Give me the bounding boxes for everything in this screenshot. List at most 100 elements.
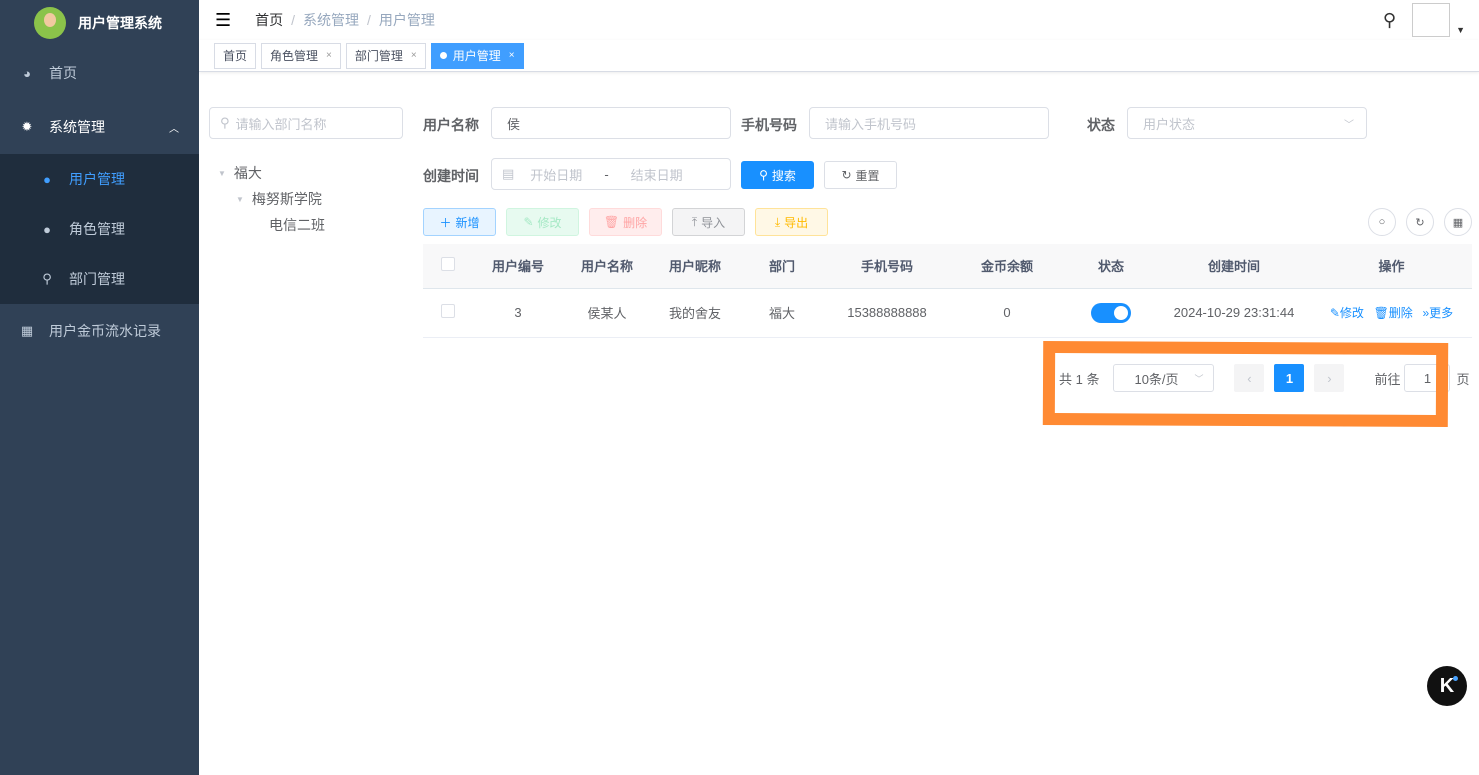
status-toggle[interactable] [1091, 302, 1131, 323]
download-icon: ⤓ [774, 214, 781, 229]
link-label: 更多 [1429, 306, 1454, 320]
tag-home[interactable]: 首页 [214, 42, 257, 69]
status-select[interactable]: 用户状态 ﹀ [1127, 107, 1367, 139]
button-label: 导出 [784, 215, 809, 230]
tree-node[interactable]: ▼ 梅努斯学院 [218, 186, 325, 212]
phone-input[interactable]: 请输入手机号码 [809, 107, 1049, 139]
tree-node[interactable]: 电信二班 [218, 212, 325, 238]
close-icon[interactable]: × [411, 50, 417, 61]
edit-button[interactable]: ✎ 修改 [506, 208, 579, 236]
checkbox[interactable] [441, 257, 455, 272]
caret-down-icon[interactable]: ▼ [1456, 25, 1465, 35]
export-button[interactable]: ⤓ 导出 [755, 208, 828, 236]
sidebar-item-home[interactable]: ◕ 首页 [0, 46, 199, 100]
column-header: 状态 [1065, 244, 1157, 289]
checkbox[interactable] [441, 304, 455, 318]
sidebar-item-roles[interactable]: ● 角色管理 [0, 204, 199, 254]
select-all[interactable] [423, 244, 473, 289]
placeholder: 请输入部门名称 [235, 116, 327, 132]
sidebar-item-coin-records[interactable]: ▦ 用户金币流水记录 [0, 304, 199, 358]
reset-button[interactable]: ↻ 重置 [824, 161, 897, 189]
start-placeholder: 开始日期 [530, 167, 583, 183]
toggle-search-icon[interactable]: ○ [1368, 208, 1396, 236]
tag-users[interactable]: 用户管理 × [430, 42, 524, 69]
users-icon: ● [43, 221, 51, 237]
chevron-down-icon: ﹀ [1344, 119, 1354, 131]
navbar: ☰ 首页 / 系统管理 / 用户管理 ⚲ ▼ [199, 0, 1479, 40]
user-avatar[interactable] [1412, 3, 1451, 37]
column-header: 创建时间 [1157, 244, 1311, 289]
dept-tree: ▼ 福大 ▼ 梅努斯学院 电信二班 [218, 160, 325, 238]
columns-icon[interactable]: ▦ [1444, 208, 1472, 236]
date-label: 创建时间 [423, 168, 479, 184]
breadcrumb-item: 系统管理 [303, 12, 360, 28]
sidebar-item-depts[interactable]: ⚲ 部门管理 [0, 254, 199, 304]
user-table: 用户编号 用户名称 用户昵称 部门 手机号码 金币余额 状态 创建时间 操作 3… [423, 244, 1472, 338]
logo[interactable]: 用户管理系统 [0, 0, 199, 46]
tag-roles[interactable]: 角色管理 × [261, 42, 341, 69]
placeholder: 请输入手机号码 [825, 116, 917, 132]
tree-node-label: 福大 [233, 165, 262, 181]
dashboard-icon: ◕ [23, 65, 31, 81]
row-edit-link[interactable]: ✎修改 [1330, 306, 1364, 320]
tag-depts[interactable]: 部门管理 × [345, 42, 426, 69]
edit-icon: ✎ [523, 215, 534, 229]
cell-dept: 福大 [739, 288, 825, 338]
table-row: 3 侯某人 我的舍友 福大 15388888888 0 2024-10-29 2… [423, 288, 1472, 338]
tag-label: 用户管理 [452, 49, 501, 63]
delete-button[interactable]: 🗑 删除 [589, 208, 662, 236]
tree-node-label: 梅努斯学院 [251, 191, 322, 207]
sidebar-item-label: 首页 [49, 65, 77, 81]
refresh-icon[interactable]: ↻ [1406, 208, 1434, 236]
tree-node-label: 电信二班 [269, 217, 325, 233]
sidebar-item-system[interactable]: ✹ 系统管理 ︿ [0, 100, 199, 154]
column-header: 手机号码 [825, 244, 949, 289]
date-range-picker[interactable]: ▤ 开始日期 - 结束日期 [491, 158, 731, 190]
sidebar-item-users[interactable]: ● 用户管理 [0, 154, 199, 204]
tree-node[interactable]: ▼ 福大 [218, 160, 325, 186]
tag-label: 角色管理 [270, 49, 319, 63]
dept-search-input[interactable]: ⚲ 请输入部门名称 [209, 107, 403, 139]
search-icon[interactable]: ⚲ [1383, 10, 1396, 31]
tag-label: 部门管理 [354, 49, 403, 63]
row-delete-link[interactable]: 🗑删除 [1374, 306, 1413, 320]
caret-down-icon: ▼ [218, 168, 226, 178]
tag-label: 首页 [223, 49, 248, 63]
column-header: 金币余额 [949, 244, 1065, 289]
sidebar-item-label: 角色管理 [69, 221, 125, 237]
caret-down-icon: ▼ [236, 194, 244, 204]
button-label: 重置 [855, 168, 880, 183]
sidebar: 用户管理系统 ◕ 首页 ✹ 系统管理 ︿ ● 用户管理 ● 角色管理 ⚲ 部门管理 ▦ 用户金… [0, 0, 199, 775]
import-button[interactable]: ⤒ 导入 [672, 208, 745, 236]
username-input[interactable]: 侯 [491, 107, 731, 139]
cell-phone: 15388888888 [825, 288, 949, 338]
breadcrumb-item[interactable]: 首页 [255, 12, 283, 28]
sidebar-item-label: 部门管理 [69, 271, 125, 287]
close-icon[interactable]: × [509, 50, 515, 61]
column-header: 操作 [1311, 244, 1472, 289]
calendar-icon: ▤ [502, 166, 515, 181]
cell-id: 3 [473, 288, 563, 338]
end-placeholder: 结束日期 [630, 167, 683, 183]
column-header: 用户名称 [563, 244, 651, 289]
breadcrumb: 首页 / 系统管理 / 用户管理 [255, 12, 435, 28]
link-label: 删除 [1388, 306, 1413, 320]
tree-icon: ⚲ [42, 271, 52, 286]
cell-username: 侯某人 [563, 288, 651, 338]
column-header: 用户昵称 [651, 244, 739, 289]
row-more-link[interactable]: »更多 [1422, 306, 1453, 320]
sidebar-item-label: 用户管理 [69, 171, 125, 187]
add-button[interactable]: ＋新增 [423, 208, 496, 236]
placeholder: 用户状态 [1143, 116, 1196, 132]
hamburger-icon[interactable]: ☰ [215, 10, 231, 31]
search-button[interactable]: ⚲ 搜索 [741, 161, 814, 189]
app-title: 用户管理系统 [78, 15, 162, 31]
assistant-float-button[interactable]: K [1427, 666, 1467, 706]
refresh-icon: ↻ [841, 168, 852, 182]
column-header: 用户编号 [473, 244, 563, 289]
close-icon[interactable]: × [326, 50, 332, 61]
plus-icon: ＋ [439, 215, 452, 230]
search-icon: ⚲ [220, 115, 230, 130]
user-icon: ● [43, 171, 51, 187]
button-label: 删除 [623, 215, 648, 230]
